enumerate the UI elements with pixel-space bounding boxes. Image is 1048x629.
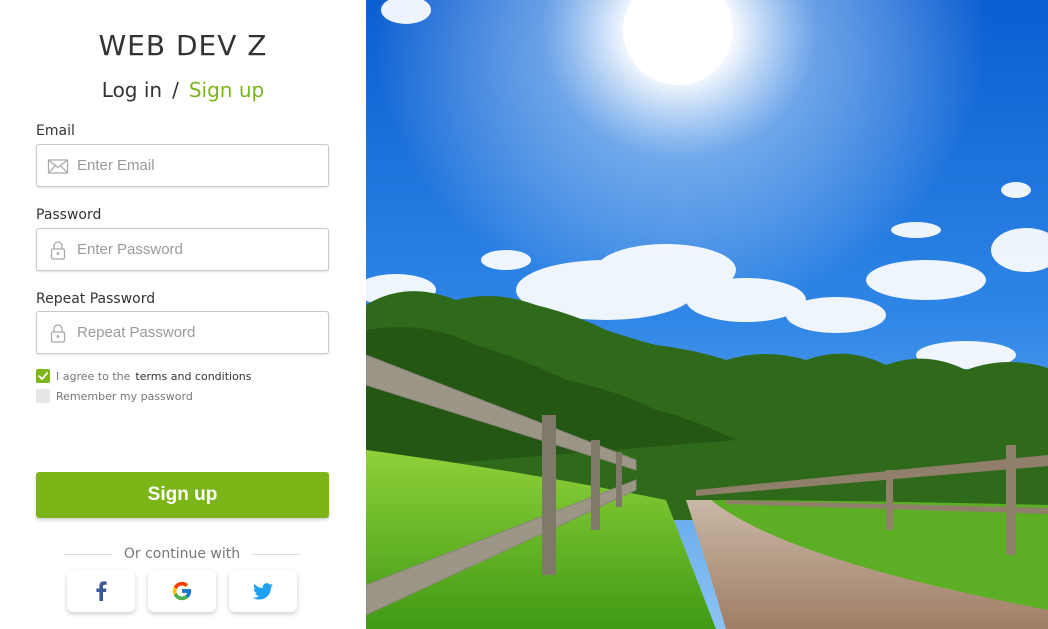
password-input[interactable] xyxy=(77,229,317,270)
repeat-password-field[interactable] xyxy=(36,311,329,354)
terms-prefix: I agree to the xyxy=(56,369,131,383)
lock-icon xyxy=(47,323,69,343)
email-field[interactable] xyxy=(36,144,329,187)
social-divider-text: Or continue with xyxy=(123,546,241,562)
email-label: Email xyxy=(36,123,75,139)
terms-row: I agree to the terms and conditions xyxy=(36,368,252,384)
brand-logo: WEB DEV Z xyxy=(98,29,268,62)
google-icon xyxy=(172,581,192,601)
facebook-icon xyxy=(96,581,107,601)
signup-panel: WEB DEV Z Log in/Sign up Email Password … xyxy=(0,0,366,629)
divider-line xyxy=(64,553,112,555)
lock-icon xyxy=(47,240,69,260)
terms-link[interactable]: terms and conditions xyxy=(135,370,251,383)
remember-checkbox[interactable] xyxy=(36,389,50,403)
signup-button[interactable]: Sign up xyxy=(36,472,329,518)
hero-landscape-image xyxy=(366,0,1048,629)
remember-row: Remember my password xyxy=(36,388,193,404)
auth-separator: / xyxy=(172,78,179,102)
social-divider: Or continue with xyxy=(64,545,301,563)
twitter-button[interactable] xyxy=(229,570,297,612)
repeat-password-label: Repeat Password xyxy=(36,291,156,307)
password-field[interactable] xyxy=(36,228,329,271)
google-button[interactable] xyxy=(148,570,216,612)
remember-label: Remember my password xyxy=(56,389,193,403)
divider-line xyxy=(252,553,301,555)
password-label: Password xyxy=(36,207,102,223)
repeat-password-input[interactable] xyxy=(77,312,317,353)
twitter-icon xyxy=(253,582,273,599)
facebook-button[interactable] xyxy=(67,570,135,612)
terms-checkbox[interactable] xyxy=(36,369,50,383)
auth-switch: Log in / Sign up xyxy=(0,77,366,103)
signup-link[interactable]: Sign up xyxy=(189,78,264,102)
email-input[interactable] xyxy=(77,145,317,186)
login-link[interactable]: Log in xyxy=(102,78,162,102)
envelope-icon xyxy=(47,156,69,176)
checkmark-icon xyxy=(38,372,49,380)
